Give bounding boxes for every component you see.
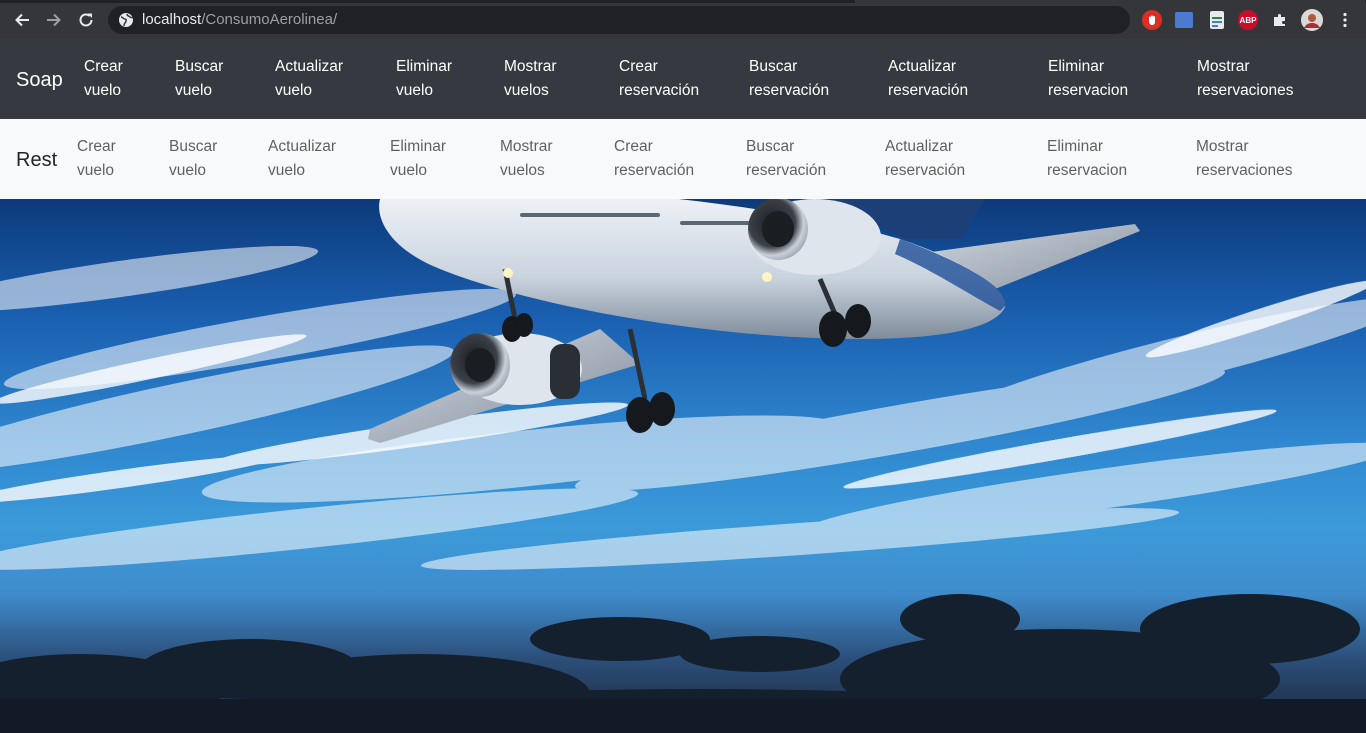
- arrow-left-icon: [15, 13, 29, 27]
- kebab-menu-icon: [1343, 12, 1347, 28]
- globe-icon: [119, 13, 134, 27]
- tab-strip-edge: [0, 0, 1366, 3]
- soap-link-eliminar-vuelo[interactable]: Eliminar vuelo: [396, 55, 452, 103]
- soap-link-buscar-reservacion[interactable]: Buscar reservación: [749, 55, 829, 103]
- rest-link-mostrar-reservaciones[interactable]: Mostrar reservaciones: [1196, 135, 1293, 183]
- rest-brand[interactable]: Rest: [16, 148, 57, 172]
- rest-link-eliminar-reservacion[interactable]: Eliminar reservacion: [1047, 135, 1127, 183]
- rest-link-crear-vuelo[interactable]: Crear vuelo: [77, 135, 116, 183]
- soap-brand[interactable]: Soap: [16, 68, 63, 92]
- reload-button[interactable]: [75, 9, 97, 31]
- soap-link-crear-reservacion[interactable]: Crear reservación: [619, 55, 699, 103]
- soap-link-mostrar-vuelos[interactable]: Mostrar vuelos: [504, 55, 557, 103]
- address-bar[interactable]: localhost/ConsumoAerolinea/: [108, 6, 1130, 34]
- soap-navbar: Soap Crear vuelo Buscar vuelo Actualizar…: [0, 39, 1366, 119]
- back-button[interactable]: [11, 9, 33, 31]
- soap-link-crear-vuelo[interactable]: Crear vuelo: [84, 55, 123, 103]
- soap-link-actualizar-reservacion[interactable]: Actualizar reservación: [888, 55, 968, 103]
- rest-link-eliminar-vuelo[interactable]: Eliminar vuelo: [390, 135, 446, 183]
- rest-link-actualizar-reservacion[interactable]: Actualizar reservación: [885, 135, 965, 183]
- adblock-plus-extension-icon[interactable]: ABP: [1238, 10, 1258, 30]
- soap-link-actualizar-vuelo[interactable]: Actualizar vuelo: [275, 55, 343, 103]
- hero-illustration: [0, 199, 1366, 733]
- browser-toolbar: localhost/ConsumoAerolinea/ ABP: [0, 0, 1366, 39]
- rest-link-crear-reservacion[interactable]: Crear reservación: [614, 135, 694, 183]
- rest-link-actualizar-vuelo[interactable]: Actualizar vuelo: [268, 135, 336, 183]
- soap-link-eliminar-reservacion[interactable]: Eliminar reservacion: [1048, 55, 1128, 103]
- arrow-right-icon: [47, 13, 61, 27]
- soap-link-mostrar-reservaciones[interactable]: Mostrar reservaciones: [1197, 55, 1294, 103]
- hand-stop-extension-icon[interactable]: [1142, 10, 1162, 30]
- rest-link-buscar-vuelo[interactable]: Buscar vuelo: [169, 135, 217, 183]
- forward-button[interactable]: [43, 9, 65, 31]
- airplane-in-sky-image: [0, 199, 1366, 733]
- soap-link-buscar-vuelo[interactable]: Buscar vuelo: [175, 55, 223, 103]
- sheet-extension-icon[interactable]: [1210, 11, 1224, 29]
- url-host: localhost: [142, 11, 202, 28]
- url-text: localhost/ConsumoAerolinea/: [142, 11, 337, 29]
- rest-navbar: Rest Crear vuelo Buscar vuelo Actualizar…: [0, 119, 1366, 199]
- profile-avatar-icon[interactable]: [1301, 9, 1323, 31]
- rest-link-mostrar-vuelos[interactable]: Mostrar vuelos: [500, 135, 553, 183]
- url-path: /ConsumoAerolinea/: [201, 11, 338, 28]
- browser-menu-button[interactable]: [1334, 9, 1356, 31]
- adblock-label: ABP: [1239, 15, 1257, 25]
- rest-link-buscar-reservacion[interactable]: Buscar reservación: [746, 135, 826, 183]
- puzzle-extensions-icon[interactable]: [1270, 10, 1290, 30]
- reload-icon: [79, 13, 93, 27]
- cast-extension-icon[interactable]: [1175, 12, 1193, 28]
